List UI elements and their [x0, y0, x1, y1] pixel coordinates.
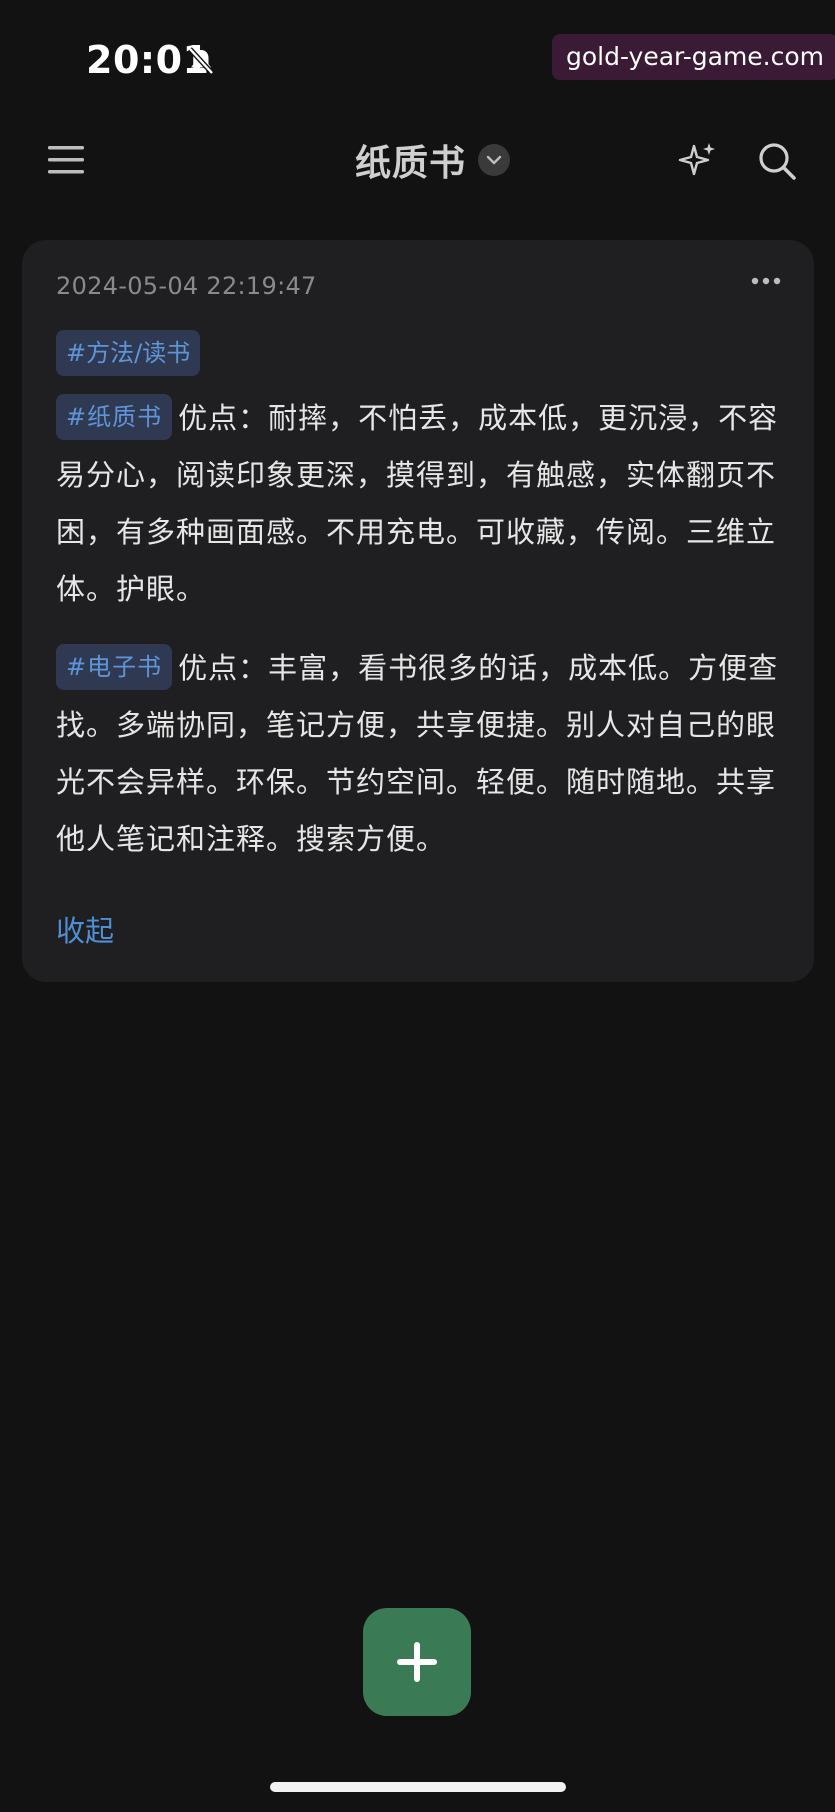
memo-paragraph-paper-book: #纸质书 优点：耐摔，不怕丢，成本低，更沉浸，不容易分心，阅读印象更深，摸得到，有… [56, 390, 786, 618]
plus-icon [397, 1642, 437, 1682]
page-title: 纸质书 [355, 143, 467, 184]
memo-paragraph-ebook: #电子书 优点：丰富，看书很多的话，成本低。方便查找。多端协同，笔记方便，共享便捷… [56, 640, 786, 868]
tag-ebook[interactable]: #电子书 [56, 644, 173, 690]
tag-paper-book[interactable]: #纸质书 [56, 394, 173, 440]
memo-timestamp: 2024-05-04 22:19:47 [56, 272, 317, 300]
more-horizontal-icon[interactable] [750, 274, 782, 288]
tag-method-reading[interactable]: #方法/读书 [56, 330, 201, 376]
app-header: 纸质书 [0, 120, 835, 200]
menu-icon[interactable] [46, 142, 86, 178]
watermark: gold-year-game.com [552, 34, 835, 80]
bell-muted-icon [188, 47, 214, 75]
collapse-link[interactable]: 收起 [56, 908, 114, 950]
search-icon[interactable] [756, 140, 798, 182]
status-bar: 20:01 gold-year-game.com [0, 0, 835, 120]
add-memo-button[interactable] [363, 1608, 471, 1716]
memo-card[interactable]: 2024-05-04 22:19:47 #方法/读书 #纸质书 优点：耐摔，不怕丢… [22, 240, 814, 982]
home-indicator[interactable] [270, 1782, 566, 1792]
chevron-down-icon[interactable] [478, 144, 511, 176]
notebook-selector[interactable]: 纸质书 [355, 136, 511, 184]
sparkle-icon[interactable] [678, 140, 718, 180]
